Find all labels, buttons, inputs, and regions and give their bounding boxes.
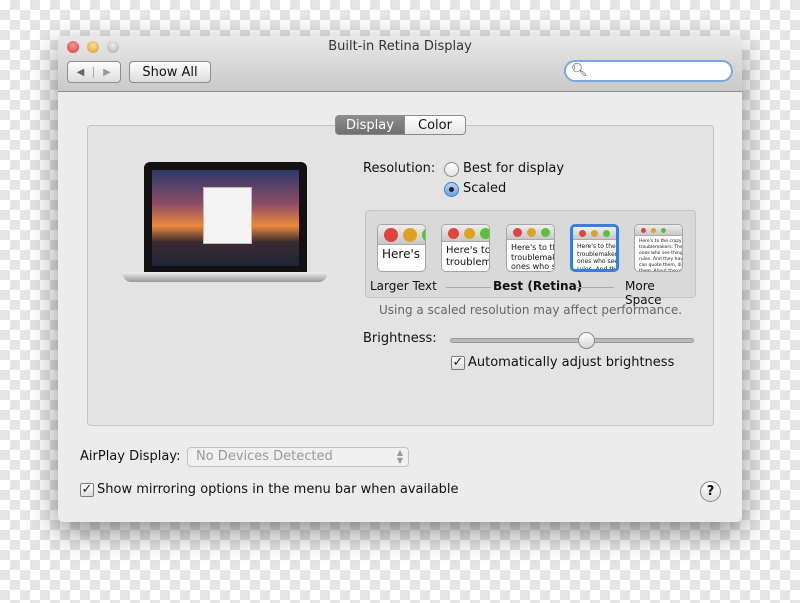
window-button-icon xyxy=(384,228,398,242)
scaled-label: Scaled xyxy=(463,181,507,196)
window-button-icon xyxy=(513,228,522,237)
brightness-slider-knob[interactable] xyxy=(577,332,595,349)
window-button-icon xyxy=(480,228,489,239)
window-button-icon xyxy=(641,228,646,233)
mirroring-checkbox[interactable]: ✓ xyxy=(80,483,94,497)
scale-option[interactable]: Here's to the c troublemakers. ones who … xyxy=(570,224,619,272)
stepper-arrows-icon: ▲ ▼ xyxy=(396,448,403,465)
scale-preview-text: Here's to th troublemak ones who s xyxy=(511,243,554,271)
window-button-icon xyxy=(422,228,425,242)
tab-color[interactable]: Color xyxy=(404,115,466,135)
scale-preview-text: Here's to the crazy one troublemakers. T… xyxy=(639,239,682,272)
best-retina-label: Best (Retina) xyxy=(493,279,583,293)
window-button-icon xyxy=(651,228,656,233)
auto-brightness-checkbox[interactable]: ✓ xyxy=(451,356,465,370)
airplay-popup[interactable]: No Devices Detected ▲ ▼ xyxy=(187,447,409,467)
window-button-icon xyxy=(579,230,586,237)
back-icon[interactable]: ◀ xyxy=(68,66,94,78)
scale-option[interactable]: Here's xyxy=(377,224,426,272)
window-button-icon xyxy=(403,228,417,242)
laptop-preview-image xyxy=(123,162,327,286)
brightness-slider[interactable] xyxy=(450,332,694,349)
back-forward-control: ◀ ▶ xyxy=(67,61,121,83)
best-for-display-radio[interactable] xyxy=(444,162,459,177)
divider xyxy=(446,287,491,288)
window-button-icon xyxy=(603,230,610,237)
preferences-window: Built-in Retina Display ◀ ▶ Show All 🔍︎ … xyxy=(58,36,742,522)
window-button-icon xyxy=(448,228,459,239)
resolution-label: Resolution: xyxy=(363,161,436,176)
brightness-label: Brightness: xyxy=(363,331,437,346)
auto-brightness-label: Automatically adjust brightness xyxy=(468,355,675,370)
best-for-display-label: Best for display xyxy=(463,161,565,176)
scale-preview-text: Here's to troublem xyxy=(446,245,489,268)
search-icon: 🔍︎ xyxy=(571,63,588,78)
scaled-radio[interactable] xyxy=(444,182,459,197)
tab-display[interactable]: Display xyxy=(335,115,405,135)
window-button-icon xyxy=(661,228,666,233)
window-title: Built-in Retina Display xyxy=(328,39,472,54)
airplay-value: No Devices Detected xyxy=(196,449,333,464)
scale-options: Larger Text Best (Retina) More Space Her… xyxy=(365,210,696,307)
scale-option[interactable]: Here's to th troublemak ones who s xyxy=(506,224,555,272)
scale-preview-text: Here's to the c troublemakers. ones who … xyxy=(577,243,616,272)
search-input[interactable]: 🔍︎ xyxy=(564,60,733,82)
airplay-label: AirPlay Display: xyxy=(80,449,181,464)
help-button[interactable]: ? xyxy=(700,481,721,502)
scale-preview-text: Here's xyxy=(382,247,421,261)
window-button-icon xyxy=(464,228,475,239)
scaled-note: Using a scaled resolution may affect per… xyxy=(378,303,683,317)
divider xyxy=(576,287,614,288)
window-button-icon xyxy=(591,230,598,237)
scale-option[interactable]: Here's to troublem xyxy=(441,224,490,272)
title-bar: Built-in Retina Display ◀ ▶ Show All 🔍︎ xyxy=(58,36,742,92)
mirroring-label: Show mirroring options in the menu bar w… xyxy=(97,482,459,497)
forward-icon[interactable]: ▶ xyxy=(94,67,120,78)
larger-text-label: Larger Text xyxy=(370,279,437,293)
show-all-button[interactable]: Show All xyxy=(129,61,211,83)
window-button-icon xyxy=(541,228,550,237)
window-button-icon xyxy=(527,228,536,237)
scale-option[interactable]: Here's to the crazy one troublemakers. T… xyxy=(634,224,683,272)
